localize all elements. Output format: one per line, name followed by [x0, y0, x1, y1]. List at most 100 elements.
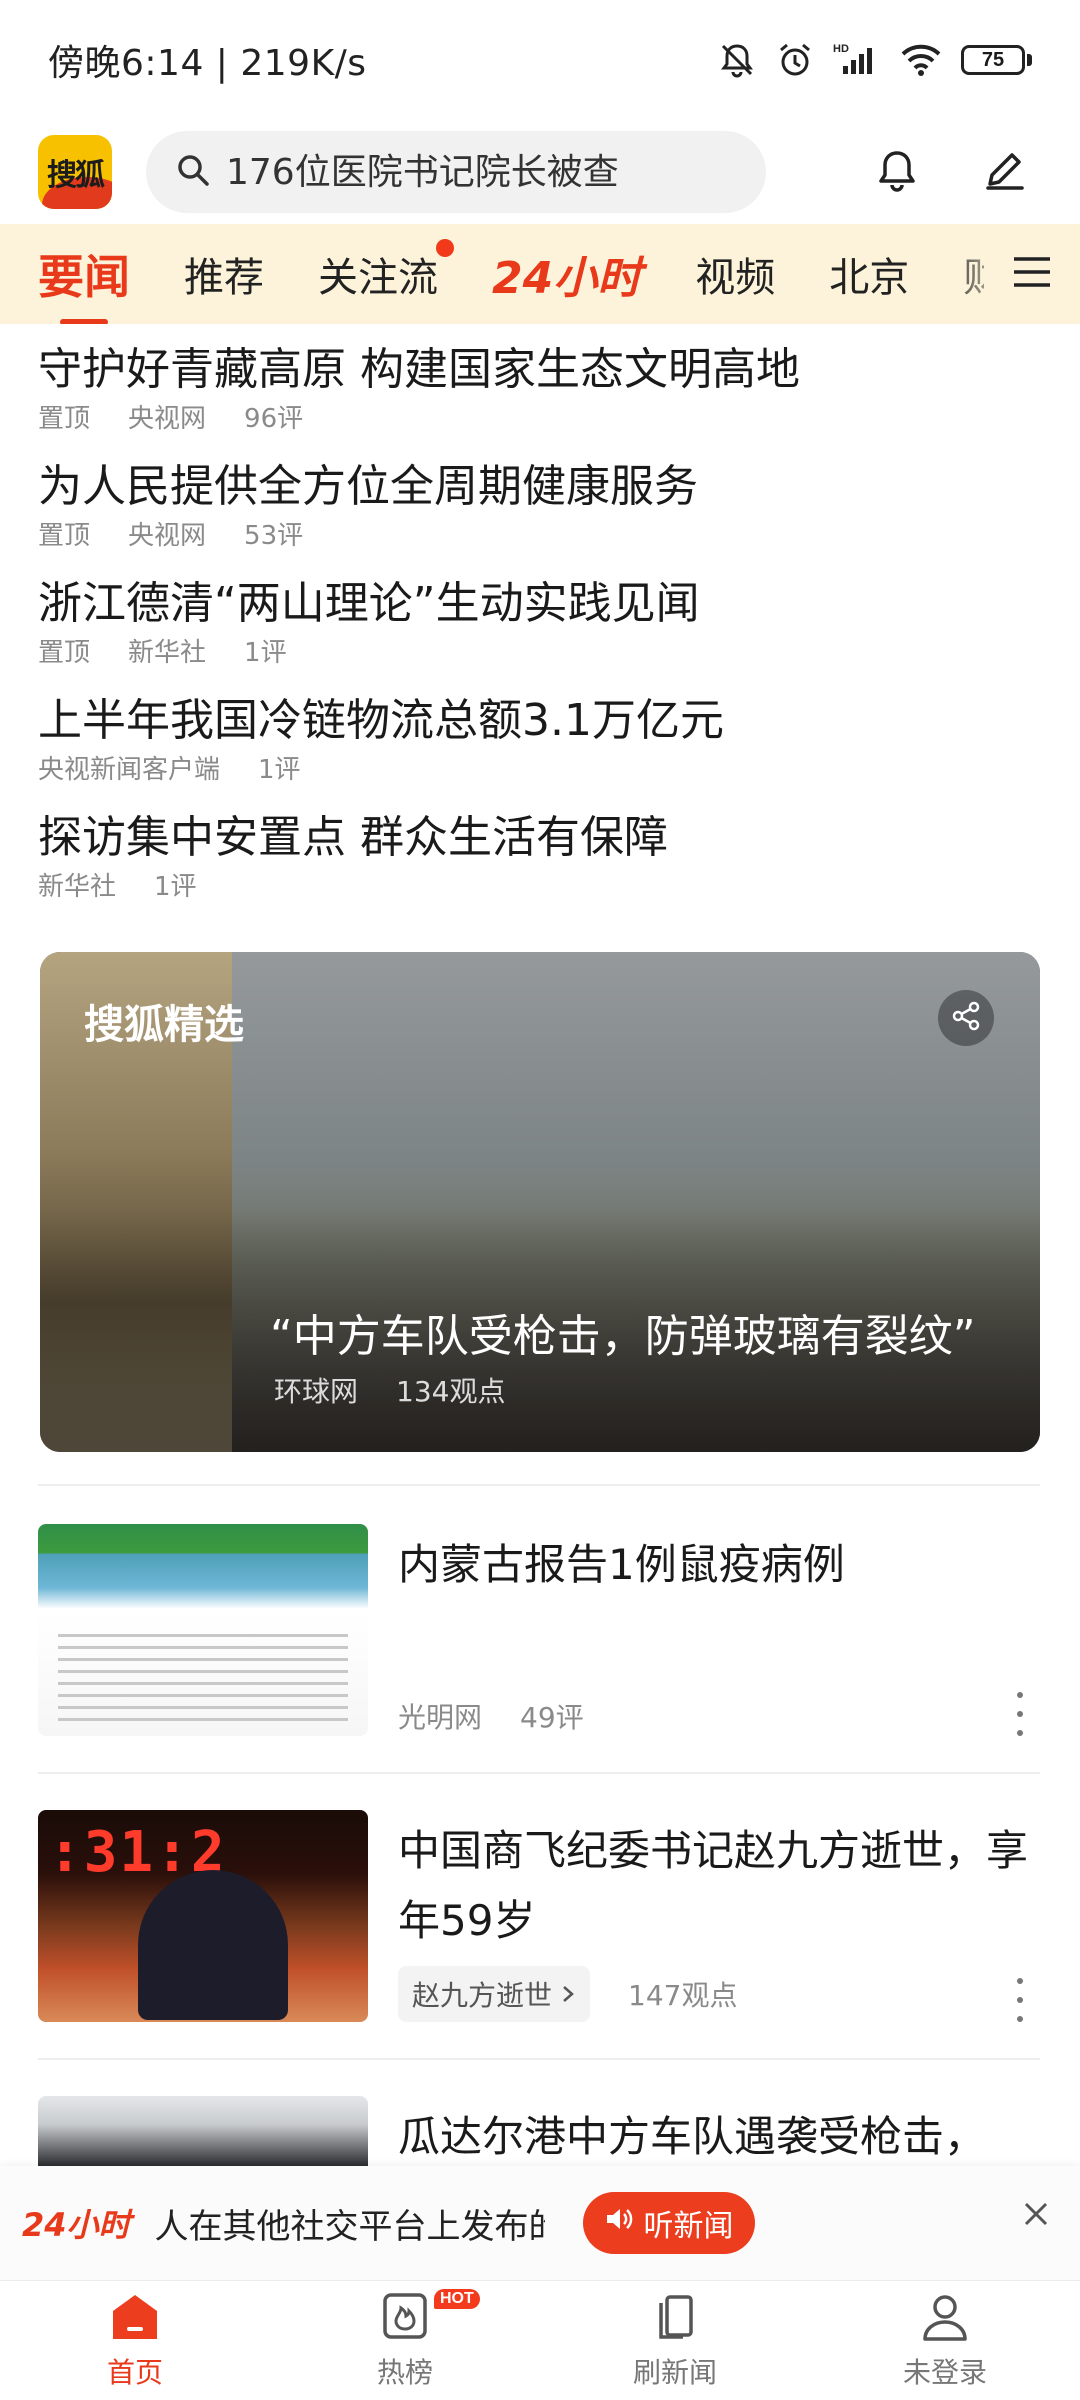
source-label: 新华社 — [128, 638, 207, 668]
comment-count: 1评 — [244, 638, 287, 668]
battery-level: 75 — [961, 45, 1025, 75]
news-title: 瓜达尔港中方车队遇袭受枪击， — [398, 2112, 987, 2161]
listen-news-label: 听新闻 — [643, 2209, 734, 2244]
headline-title: 探访集中安置点 群众生活有保障 — [38, 812, 668, 863]
featured-caption: “中方车队受枪击，防弹玻璃有裂纹” — [270, 1311, 976, 1362]
tab-following-label: 关注流 — [318, 255, 438, 301]
refresh-news-icon — [649, 2291, 701, 2347]
logo-text: 搜狐 — [47, 158, 105, 193]
news-thumbnail — [38, 1810, 368, 2022]
battery-icon: 75 — [961, 45, 1032, 75]
home-icon — [107, 2291, 163, 2347]
source-label: 央视网 — [128, 521, 207, 551]
tab-following[interactable]: 关注流 — [318, 239, 454, 303]
pinned-label: 置顶 — [38, 521, 91, 551]
compose-pencil-icon[interactable] — [980, 146, 1028, 198]
featured-news-card[interactable]: 搜狐精选 “中方车队受枪击，防弹玻璃有裂纹” 环球网 134观点 — [40, 952, 1040, 1452]
svg-text:HD: HD — [833, 43, 849, 55]
featured-source: 环球网 — [274, 1375, 359, 1408]
pinned-label: 置顶 — [38, 404, 91, 434]
pinned-headlines: 守护好青藏高原 构建国家生态文明高地 置顶 央视网 96评 为人民提供全方位全周期健… — [38, 338, 1048, 923]
headline-title: 上半年我国冷链物流总额3.1万亿元 — [38, 695, 724, 746]
nav-hot-list[interactable]: HOT 热榜 — [270, 2281, 540, 2400]
headline-item[interactable]: 为人民提供全方位全周期健康服务 置顶 央视网 53评 — [38, 455, 1048, 572]
nav-login[interactable]: 未登录 — [810, 2281, 1080, 2400]
hot-list-icon — [379, 2291, 431, 2347]
news-list-item[interactable]: 中国商飞纪委书记赵九方逝世，享年59岁 赵九方逝世 147观点 — [38, 1810, 1040, 2030]
nav-refresh-label: 刷新闻 — [632, 2355, 717, 2389]
notification-bell-icon[interactable] — [874, 147, 920, 197]
nav-home[interactable]: 首页 — [0, 2281, 270, 2400]
user-icon — [919, 2291, 971, 2347]
wifi-icon — [899, 40, 943, 80]
comment-count: 1评 — [154, 872, 197, 902]
views-count: 147观点 — [628, 1979, 738, 2012]
headline-item[interactable]: 探访集中安置点 群众生活有保障 新华社 1评 — [38, 806, 1048, 923]
top-header: 搜狐 — [0, 120, 1080, 224]
close-icon[interactable] — [1016, 2194, 1056, 2234]
status-time-speed: 傍晚6:14 | 219K/s — [48, 43, 367, 84]
search-input[interactable] — [226, 151, 726, 193]
source-label: 央视网 — [128, 404, 207, 434]
search-icon — [176, 153, 210, 191]
audio-news-bar: 24小时 人在其他社交平台上发布的内容。B站已对 听新闻 — [0, 2166, 1080, 2280]
featured-views: 134观点 — [396, 1375, 506, 1408]
status-icons: HD 75 — [717, 40, 1032, 80]
status-bar: 傍晚6:14 | 219K/s HD 75 — [0, 0, 1080, 120]
headline-title: 为人民提供全方位全周期健康服务 — [38, 461, 698, 512]
tab-beijing[interactable]: 北京 — [829, 245, 909, 303]
tab-recommend[interactable]: 推荐 — [184, 245, 264, 303]
sohu-logo[interactable]: 搜狐 — [38, 135, 112, 209]
comment-count: 53评 — [244, 521, 304, 551]
nav-login-label: 未登录 — [902, 2355, 987, 2389]
featured-brand-label: 搜狐精选 — [84, 1002, 244, 1048]
news-list-item[interactable]: 瓜达尔港中方车队遇袭受枪击， — [38, 2096, 1040, 2166]
brand-24h-label: 24小时 — [22, 2206, 131, 2244]
news-title: 内蒙古报告1例鼠疫病例 — [398, 1540, 845, 1589]
search-bar[interactable] — [146, 131, 766, 213]
hot-badge: HOT — [434, 2289, 480, 2309]
news-thumbnail — [38, 1524, 368, 1736]
news-title: 中国商飞纪委书记赵九方逝世，享年59岁 — [398, 1826, 1029, 1945]
headline-item[interactable]: 浙江德清“两山理论”生动实践见闻 置顶 新华社 1评 — [38, 572, 1048, 689]
headline-title: 浙江德清“两山理论”生动实践见闻 — [38, 578, 700, 629]
nav-hot-list-label: 热榜 — [376, 2355, 433, 2389]
hd-signal-icon: HD — [833, 40, 881, 80]
tab-headlines[interactable]: 要闻 — [38, 241, 130, 324]
tab-24-hours[interactable]: 24小时 — [492, 242, 641, 306]
speaker-icon — [604, 2204, 634, 2242]
divider — [38, 1772, 1040, 1774]
menu-icon — [1012, 255, 1052, 293]
comment-count: 49评 — [520, 1701, 584, 1734]
chevron-right-icon — [560, 1978, 576, 2011]
tab-video[interactable]: 视频 — [695, 245, 775, 303]
news-ticker[interactable]: 人在其他社交平台上发布的内容。B站已对 — [155, 2199, 545, 2248]
channel-tabs: 要闻 推荐 关注流 24小时 视频 北京 财 — [0, 224, 1080, 324]
comment-count: 96评 — [244, 404, 304, 434]
nav-refresh[interactable]: 刷新闻 — [540, 2281, 810, 2400]
more-options-icon[interactable] — [1010, 1692, 1030, 1736]
pinned-label: 置顶 — [38, 638, 91, 668]
source-label: 新华社 — [38, 872, 117, 902]
more-options-icon[interactable] — [1010, 1978, 1030, 2022]
nav-home-label: 首页 — [106, 2355, 163, 2389]
source-label: 央视新闻客户端 — [38, 755, 221, 785]
share-button[interactable] — [938, 990, 994, 1046]
listen-news-button[interactable]: 听新闻 — [582, 2192, 755, 2254]
headline-item[interactable]: 上半年我国冷链物流总额3.1万亿元 央视新闻客户端 1评 — [38, 689, 1048, 806]
topic-tag[interactable]: 赵九方逝世 — [398, 1966, 591, 2022]
comment-count: 1评 — [258, 755, 301, 785]
divider — [38, 2058, 1040, 2060]
headline-title: 守护好青藏高原 构建国家生态文明高地 — [38, 344, 800, 395]
source-label: 光明网 — [398, 1701, 483, 1734]
bottom-nav: 首页 HOT 热榜 刷新闻 未登录 — [0, 2280, 1080, 2400]
share-icon — [950, 1000, 982, 1036]
news-thumbnail — [38, 2096, 368, 2166]
mute-bell-icon — [717, 40, 757, 80]
alarm-icon — [775, 40, 815, 80]
news-list-item[interactable]: 内蒙古报告1例鼠疫病例 光明网 49评 — [38, 1524, 1040, 1744]
channel-menu-button[interactable] — [984, 224, 1080, 324]
topic-tag-label: 赵九方逝世 — [412, 1979, 553, 2012]
unread-dot — [436, 239, 454, 257]
headline-item[interactable]: 守护好青藏高原 构建国家生态文明高地 置顶 央视网 96评 — [38, 338, 1048, 455]
